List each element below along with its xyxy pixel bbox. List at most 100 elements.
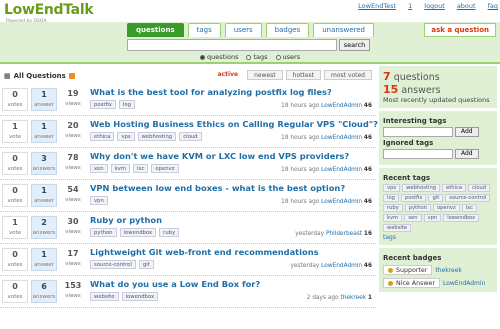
recent-badges-label: Recent badges — [383, 254, 442, 262]
tag-filter-box: Interesting tags Add Ignored tags Add — [379, 111, 497, 165]
question-tag[interactable]: vps — [117, 132, 135, 141]
question-title-link[interactable]: VPN between low end boxes - what is the … — [90, 183, 345, 193]
question-tag[interactable]: webhosting — [137, 132, 177, 141]
rss-icon[interactable] — [68, 73, 75, 79]
recent-tag[interactable]: website — [383, 224, 412, 232]
question-title-link[interactable]: Why don't we have KVM or LXC low end VPS… — [90, 151, 349, 161]
user-profile-link[interactable]: LowEndTest — [358, 2, 396, 10]
view-count: 78 views — [60, 152, 86, 175]
question-title-link[interactable]: What is the best tool for analyzing post… — [90, 87, 332, 97]
user-reputation: 46 — [363, 167, 372, 173]
question-row: 0 votes 1 answer 17 views Lightweight Git web-… — [0, 244, 376, 276]
question-user-link[interactable]: LowEndAdmin — [321, 135, 362, 141]
recent-tag[interactable]: webhosting — [402, 184, 441, 192]
radio-questions[interactable]: questions — [200, 53, 238, 61]
user-reputation: 46 — [363, 263, 372, 269]
recent-tag[interactable]: git — [428, 194, 444, 202]
badge-user[interactable]: thekreek — [435, 267, 462, 274]
badge-nice-answer[interactable]: Nice Answer — [383, 278, 440, 288]
faq-link[interactable]: faq — [488, 2, 498, 10]
user-reputation[interactable]: 1 — [408, 2, 412, 10]
recent-tag[interactable]: postfix — [400, 194, 427, 202]
question-user-link[interactable]: Philderbeast — [326, 231, 362, 237]
recent-tag[interactable]: ethica — [442, 184, 467, 192]
radio-users[interactable]: users — [275, 53, 300, 61]
tab-users[interactable]: users — [224, 23, 262, 37]
question-tag[interactable]: git — [138, 260, 154, 269]
sort-most-voted[interactable]: most voted — [324, 70, 372, 80]
badge-icon — [388, 280, 393, 286]
recent-tag[interactable]: source-control — [445, 194, 491, 202]
question-tag[interactable]: lxc — [132, 164, 149, 173]
all-questions-heading: All Questions — [13, 72, 66, 80]
recent-tag[interactable]: python — [404, 204, 431, 212]
sort-newest[interactable]: newest — [247, 70, 283, 80]
user-reputation: 46 — [363, 199, 372, 205]
question-title-link[interactable]: What do you use a Low End Box for? — [90, 279, 260, 289]
interesting-tags-input[interactable] — [383, 127, 453, 137]
radio-unchecked-icon — [275, 54, 281, 60]
recent-tag[interactable]: kvm — [383, 214, 403, 222]
question-time: 18 hours ago — [281, 135, 320, 141]
question-tag[interactable]: website — [90, 292, 119, 301]
question-tag[interactable]: log — [118, 100, 135, 109]
question-user-link[interactable]: LowEndAdmin — [321, 263, 362, 269]
question-tag[interactable]: xen — [90, 164, 108, 173]
nav-bar: questions tags users badges unanswered a… — [0, 22, 500, 64]
recent-tag[interactable]: vpn — [423, 214, 442, 222]
search-input[interactable] — [127, 39, 337, 51]
recent-tag[interactable]: lxc — [461, 204, 477, 212]
radio-checked-icon — [200, 54, 205, 60]
question-count: 7 questions — [383, 70, 440, 83]
about-link[interactable]: about — [457, 2, 476, 10]
question-user-link[interactable]: thekreek — [340, 295, 366, 301]
question-user-link[interactable]: LowEndAdmin — [321, 199, 362, 205]
question-meta: 18 hours ago LowEndAdmin 46 — [281, 167, 372, 173]
question-tag[interactable]: postfix — [90, 100, 116, 109]
tab-badges[interactable]: badges — [265, 23, 310, 37]
add-interesting-tag-button[interactable]: Add — [455, 127, 479, 137]
question-meta: 18 hours ago LowEndAdmin 46 — [281, 199, 372, 205]
logout-link[interactable]: logout — [424, 2, 445, 10]
question-tag[interactable]: lowendbox — [119, 228, 157, 237]
question-tag[interactable]: python — [90, 228, 117, 237]
add-ignored-tag-button[interactable]: Add — [455, 149, 479, 159]
question-tag[interactable]: kvm — [110, 164, 130, 173]
recent-tag[interactable]: lowendbox — [443, 214, 480, 222]
badge-supporter[interactable]: Supporter — [383, 265, 433, 275]
recent-tag[interactable]: xen — [404, 214, 422, 222]
question-tag[interactable]: lowendbox — [121, 292, 159, 301]
ignored-tags-input[interactable] — [383, 149, 453, 159]
sort-hottest[interactable]: hottest — [285, 70, 322, 80]
search-button[interactable]: search — [339, 39, 370, 51]
question-user-link[interactable]: LowEndAdmin — [321, 103, 362, 109]
sort-active[interactable]: active — [212, 70, 245, 80]
question-tag[interactable]: source-control — [90, 260, 136, 269]
question-tag[interactable]: openvz — [151, 164, 179, 173]
question-title-link[interactable]: Web Hosting Business Ethics on Calling R… — [90, 119, 378, 129]
search-row: search — [127, 39, 370, 51]
radio-tags[interactable]: tags — [246, 53, 268, 61]
question-tag[interactable]: cloud — [179, 132, 202, 141]
site-logo[interactable]: LowEndTalk — [4, 2, 94, 18]
recent-tag[interactable]: ruby — [383, 204, 403, 212]
question-tags: python lowendbox ruby — [90, 228, 180, 237]
recent-tag[interactable]: cloud — [468, 184, 491, 192]
recent-tag[interactable]: log — [383, 194, 399, 202]
question-tag[interactable]: ruby — [159, 228, 180, 237]
tab-unanswered[interactable]: unanswered — [313, 23, 375, 37]
recent-tag[interactable]: openvz — [432, 204, 460, 212]
badge-user[interactable]: LowEndAdmin — [443, 280, 485, 287]
question-tag[interactable]: vpn — [90, 196, 108, 205]
recent-tags-label: Recent tags — [383, 174, 431, 182]
question-tag[interactable]: ethica — [90, 132, 115, 141]
tab-tags[interactable]: tags — [187, 23, 221, 37]
tab-questions[interactable]: questions — [127, 23, 184, 37]
all-tags-link[interactable]: tags — [383, 234, 493, 241]
question-title-link[interactable]: Lightweight Git web-front end recommenda… — [90, 247, 319, 257]
recent-tag[interactable]: vps — [383, 184, 401, 192]
question-user-link[interactable]: LowEndAdmin — [321, 167, 362, 173]
question-tags: ethica vps webhosting cloud — [90, 132, 202, 141]
ask-question-button[interactable]: ask a question — [424, 23, 496, 37]
question-title-link[interactable]: Ruby or python — [90, 215, 162, 225]
